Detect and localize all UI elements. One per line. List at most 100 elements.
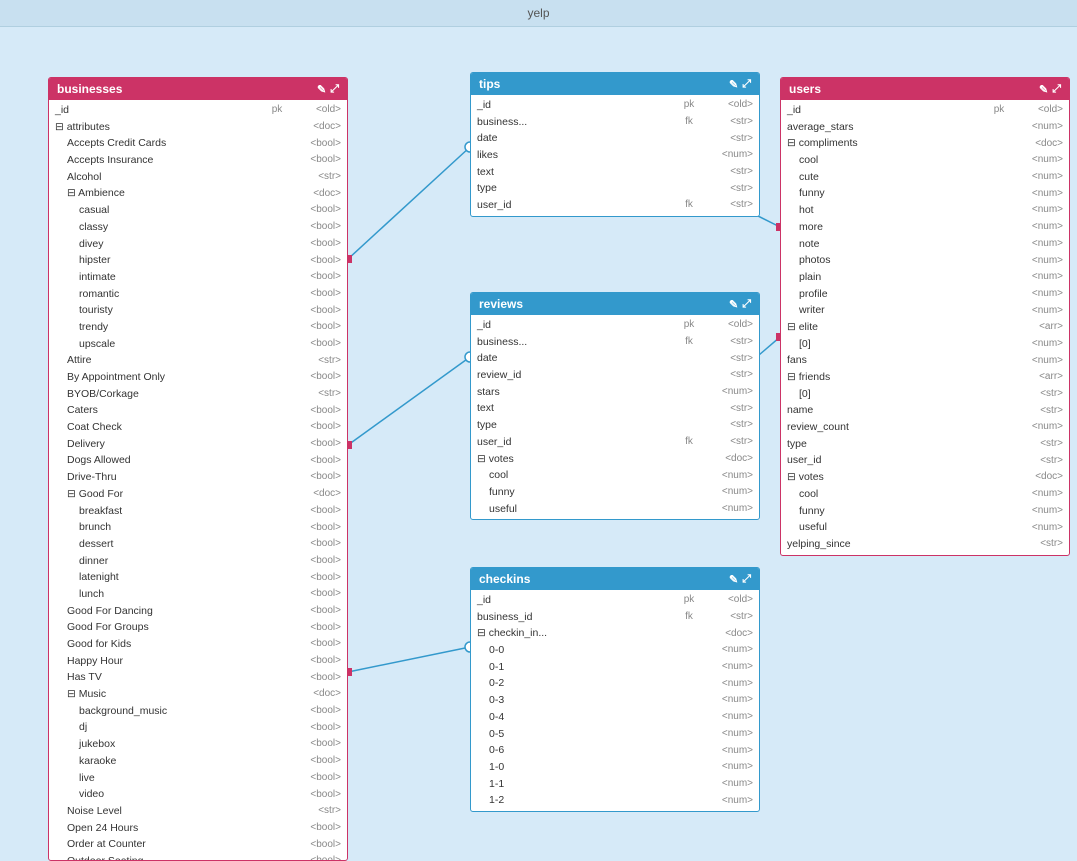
table-row[interactable]: [0]<num> [781,336,1069,353]
table-row[interactable]: average_stars<num> [781,119,1069,136]
table-row[interactable]: ⊟ compliments<doc> [781,135,1069,152]
table-row[interactable]: user_idfk<str> [471,197,759,214]
table-row[interactable]: Good For Dancing<bool> [49,603,347,620]
table-row[interactable]: Has TV<bool> [49,669,347,686]
table-row[interactable]: text<str> [471,400,759,417]
table-row[interactable]: writer<num> [781,302,1069,319]
edit-icon[interactable]: ✎ [729,573,738,586]
table-row[interactable]: brunch<bool> [49,519,347,536]
edit-icon[interactable]: ✎ [317,83,326,96]
table-row[interactable]: By Appointment Only<bool> [49,369,347,386]
table-row[interactable]: cool<num> [471,467,759,484]
table-row[interactable]: intimate<bool> [49,269,347,286]
table-row[interactable]: ⊟ checkin_in...<doc> [471,625,759,642]
table-row[interactable]: ⊟ votes<doc> [471,451,759,468]
table-row[interactable]: useful<num> [781,519,1069,536]
table-row[interactable]: 1-0<num> [471,759,759,776]
table-row[interactable]: user_id<str> [781,452,1069,469]
table-row[interactable]: business_idfk<str> [471,609,759,626]
expand-icon[interactable]: ⤢ [1052,83,1061,96]
table-row[interactable]: plain<num> [781,269,1069,286]
table-row[interactable]: Delivery<bool> [49,436,347,453]
expand-icon[interactable]: ⤢ [742,78,751,91]
table-row[interactable]: 0-1<num> [471,659,759,676]
table-row[interactable]: 0-6<num> [471,742,759,759]
table-row[interactable]: breakfast<bool> [49,503,347,520]
table-row[interactable]: Open 24 Hours<bool> [49,820,347,837]
table-row[interactable]: photos<num> [781,252,1069,269]
table-row[interactable]: cool<num> [781,152,1069,169]
table-row[interactable]: hot<num> [781,202,1069,219]
table-row[interactable]: ⊟ Ambience<doc> [49,185,347,202]
table-row[interactable]: yelping_since<str> [781,536,1069,553]
table-row[interactable]: hipster<bool> [49,252,347,269]
table-header-businesses[interactable]: businesses✎⤢ [49,78,347,100]
table-row[interactable]: _idpk<old> [781,102,1069,119]
table-row[interactable]: cute<num> [781,169,1069,186]
table-row[interactable]: 0-3<num> [471,692,759,709]
table-row[interactable]: upscale<bool> [49,336,347,353]
table-header-tips[interactable]: tips✎⤢ [471,73,759,95]
edit-icon[interactable]: ✎ [1039,83,1048,96]
expand-icon[interactable]: ⤢ [742,298,751,311]
table-row[interactable]: latenight<bool> [49,569,347,586]
table-row[interactable]: jukebox<bool> [49,736,347,753]
edit-icon[interactable]: ✎ [729,298,738,311]
table-row[interactable]: Good For Groups<bool> [49,619,347,636]
table-row[interactable]: ⊟ friends<arr> [781,369,1069,386]
table-row[interactable]: date<str> [471,130,759,147]
table-row[interactable]: ⊟ votes<doc> [781,469,1069,486]
table-row[interactable]: Alcohol<str> [49,169,347,186]
table-row[interactable]: dj<bool> [49,719,347,736]
table-row[interactable]: Dogs Allowed<bool> [49,452,347,469]
table-row[interactable]: stars<num> [471,384,759,401]
table-row[interactable]: business...fk<str> [471,114,759,131]
table-row[interactable]: Caters<bool> [49,402,347,419]
table-row[interactable]: 0-2<num> [471,675,759,692]
table-row[interactable]: type<str> [471,417,759,434]
table-row[interactable]: more<num> [781,219,1069,236]
table-row[interactable]: Drive-Thru<bool> [49,469,347,486]
table-row[interactable]: note<num> [781,236,1069,253]
table-row[interactable]: divey<bool> [49,236,347,253]
table-row[interactable]: casual<bool> [49,202,347,219]
table-row[interactable]: Outdoor Seating<bool> [49,853,347,860]
table-row[interactable]: profile<num> [781,286,1069,303]
table-row[interactable]: fans<num> [781,352,1069,369]
table-row[interactable]: Accepts Credit Cards<bool> [49,135,347,152]
table-row[interactable]: dinner<bool> [49,553,347,570]
table-row[interactable]: live<bool> [49,770,347,787]
table-row[interactable]: cool<num> [781,486,1069,503]
table-row[interactable]: lunch<bool> [49,586,347,603]
table-row[interactable]: review_id<str> [471,367,759,384]
table-row[interactable]: useful<num> [471,501,759,518]
table-row[interactable]: funny<num> [781,503,1069,520]
table-header-users[interactable]: users✎⤢ [781,78,1069,100]
table-row[interactable]: 1-1<num> [471,776,759,793]
table-row[interactable]: background_music<bool> [49,703,347,720]
table-row[interactable]: type<str> [781,436,1069,453]
table-row[interactable]: dessert<bool> [49,536,347,553]
table-row[interactable]: ⊟ Good For<doc> [49,486,347,503]
table-row[interactable]: review_count<num> [781,419,1069,436]
table-row[interactable]: karaoke<bool> [49,753,347,770]
table-row[interactable]: trendy<bool> [49,319,347,336]
table-row[interactable]: ⊟ Music<doc> [49,686,347,703]
expand-icon[interactable]: ⤢ [330,83,339,96]
table-row[interactable]: 1-2<num> [471,792,759,809]
table-row[interactable]: classy<bool> [49,219,347,236]
table-row[interactable]: BYOB/Corkage<str> [49,386,347,403]
table-row[interactable]: date<str> [471,350,759,367]
table-header-checkins[interactable]: checkins✎⤢ [471,568,759,590]
table-row[interactable]: funny<num> [471,484,759,501]
edit-icon[interactable]: ✎ [729,78,738,91]
table-row[interactable]: Order at Counter<bool> [49,836,347,853]
table-row[interactable]: type<str> [471,180,759,197]
table-row[interactable]: video<bool> [49,786,347,803]
table-row[interactable]: name<str> [781,402,1069,419]
table-row[interactable]: _idpk<old> [471,317,759,334]
table-row[interactable]: _idpk<old> [471,97,759,114]
table-row[interactable]: Attire<str> [49,352,347,369]
table-header-reviews[interactable]: reviews✎⤢ [471,293,759,315]
table-row[interactable]: _idpk<old> [49,102,347,119]
